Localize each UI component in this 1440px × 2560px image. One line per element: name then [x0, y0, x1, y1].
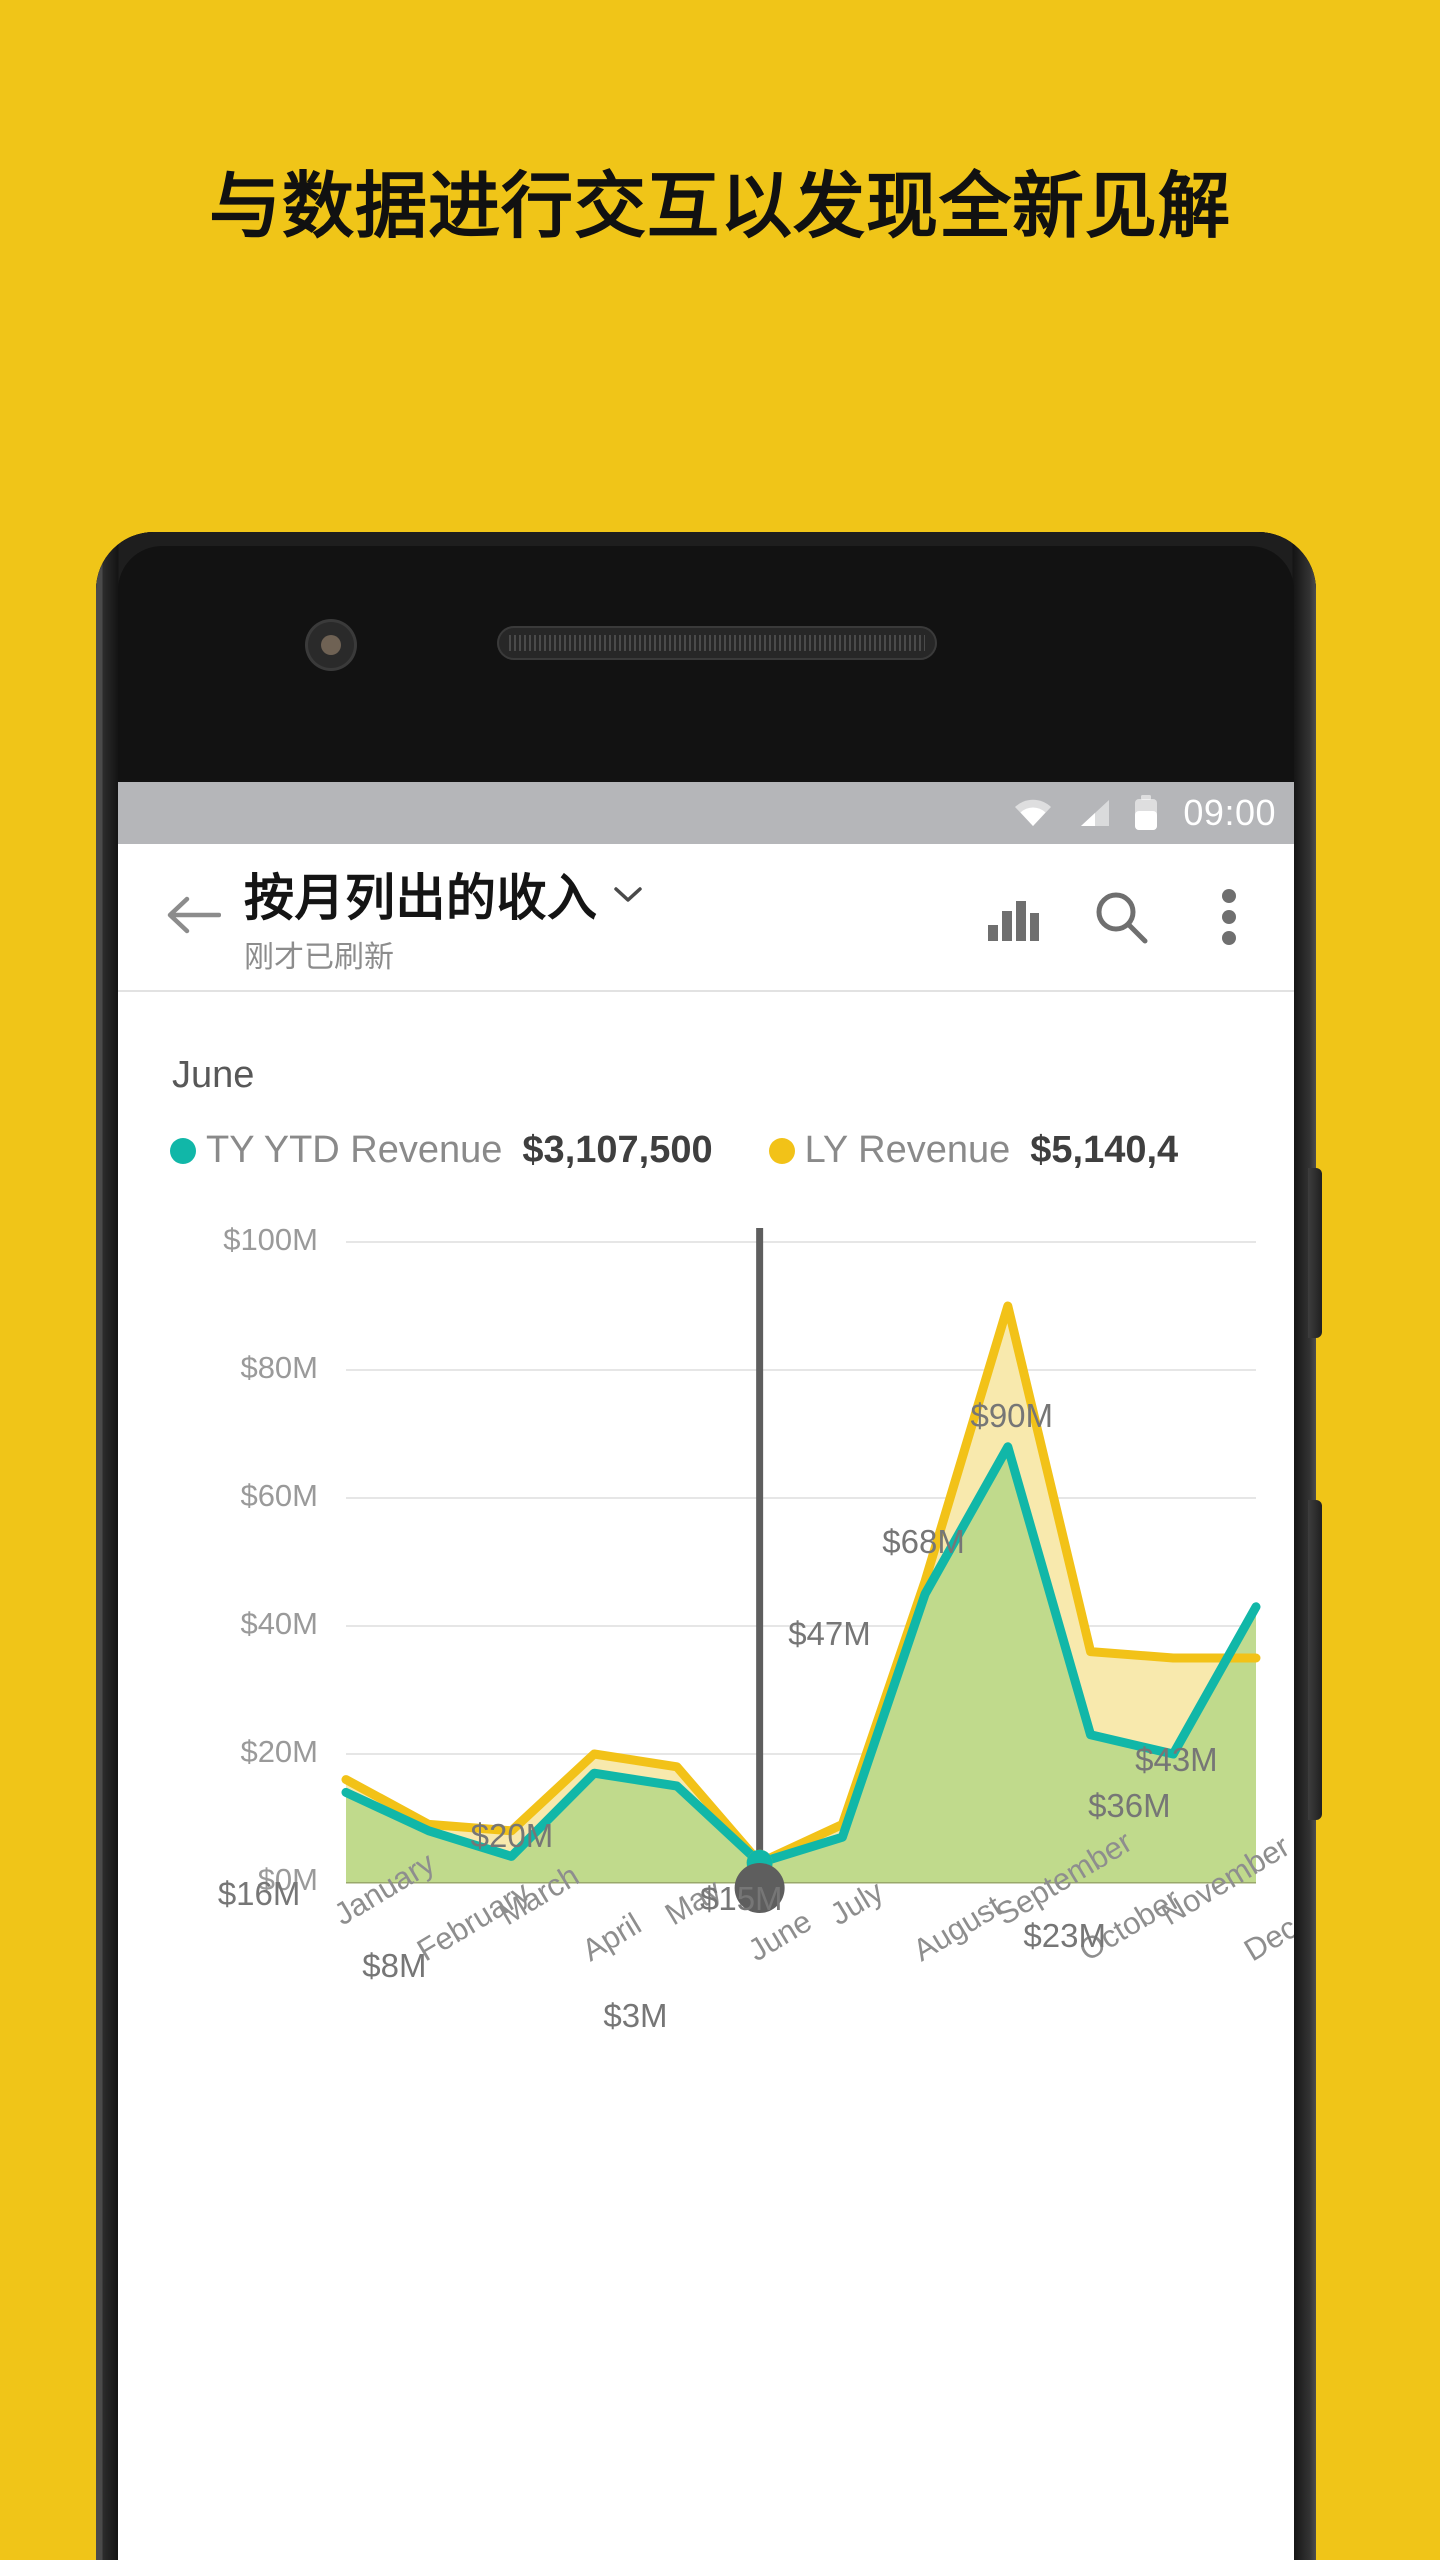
search-icon[interactable] — [1090, 886, 1152, 948]
data-value-label: $16M — [217, 1875, 301, 1913]
legend-label-ty: TY YTD Revenue — [206, 1129, 503, 1171]
app-bar-titles: 按月列出的收入 刚才已刷新 — [244, 858, 982, 976]
y-axis-tick: $100M — [223, 1222, 318, 1257]
back-arrow-icon — [165, 893, 222, 942]
data-value-label: $8M — [362, 1946, 427, 1984]
data-value-label: $3M — [603, 1997, 668, 2035]
legend-item-ly[interactable]: LY Revenue $5,140,4 — [768, 1129, 1179, 1172]
data-value-label: $68M — [882, 1522, 965, 1560]
app-bar-actions — [982, 886, 1260, 948]
bar-chart-icon[interactable] — [982, 886, 1044, 948]
y-axis-tick: $40M — [240, 1606, 318, 1641]
signal-icon — [1075, 798, 1111, 828]
back-button[interactable] — [156, 880, 230, 954]
legend-value-ly: $5,140,4 — [1030, 1129, 1179, 1171]
app-bar: 按月列出的收入 刚才已刷新 — [118, 844, 1294, 992]
earpiece-speaker — [497, 626, 937, 660]
x-axis-tick: July — [824, 1873, 890, 1933]
y-axis-tick: $20M — [240, 1734, 318, 1769]
wifi-icon — [1013, 798, 1053, 828]
chart-area[interactable]: January February March April May June July Augu… — [118, 1214, 1294, 2054]
legend-item-ty[interactable]: TY YTD Revenue $3,107,500 — [170, 1129, 713, 1172]
status-bar-clock: 09:00 — [1183, 792, 1276, 833]
x-axis-tick: January — [328, 1845, 441, 1933]
refresh-status: 刚才已刷新 — [244, 941, 394, 974]
overflow-menu-icon[interactable] — [1198, 886, 1260, 948]
legend-dot-ly — [768, 1137, 795, 1164]
report-title-row[interactable]: 按月列出的收入 — [244, 858, 982, 930]
data-value-label: $90M — [970, 1396, 1054, 1434]
battery-icon — [1133, 795, 1159, 831]
data-value-label: $15M — [699, 1879, 783, 1917]
data-value-label: $47M — [788, 1615, 871, 1652]
power-button[interactable] — [1308, 1500, 1322, 1820]
volume-button[interactable] — [1308, 1168, 1322, 1338]
phone-screen: 09:00 按月列出的收入 刚才已刷新 June TY YTD Revenue … — [118, 782, 1294, 2560]
y-axis-tick: $80M — [240, 1350, 318, 1385]
chevron-down-icon[interactable] — [612, 883, 644, 905]
y-axis-tick: $60M — [240, 1478, 318, 1513]
chart-legend: TY YTD Revenue $3,107,500 LY Revenue $5,… — [118, 1097, 1294, 1172]
promo-headline: 与数据进行交互以发现全新见解 — [208, 167, 1231, 247]
data-value-label: $43M — [1135, 1741, 1218, 1778]
data-value-label: $23M — [1023, 1917, 1106, 1955]
report-body: June TY YTD Revenue $3,107,500 LY Revenu… — [118, 992, 1294, 2560]
legend-label-ly: LY Revenue — [804, 1129, 1011, 1171]
legend-value-ty: $3,107,500 — [522, 1129, 713, 1171]
front-camera-icon — [308, 622, 354, 668]
data-value-label: $20M — [470, 1816, 554, 1854]
status-bar: 09:00 — [118, 782, 1294, 844]
period-label: June — [172, 1054, 255, 1096]
x-axis-tick: April — [576, 1906, 648, 1969]
legend-dot-ty — [170, 1137, 196, 1164]
page-title: 按月列出的收入 — [244, 870, 598, 926]
x-axis-tick: March — [493, 1857, 586, 1933]
data-value-label: $36M — [1088, 1787, 1171, 1825]
